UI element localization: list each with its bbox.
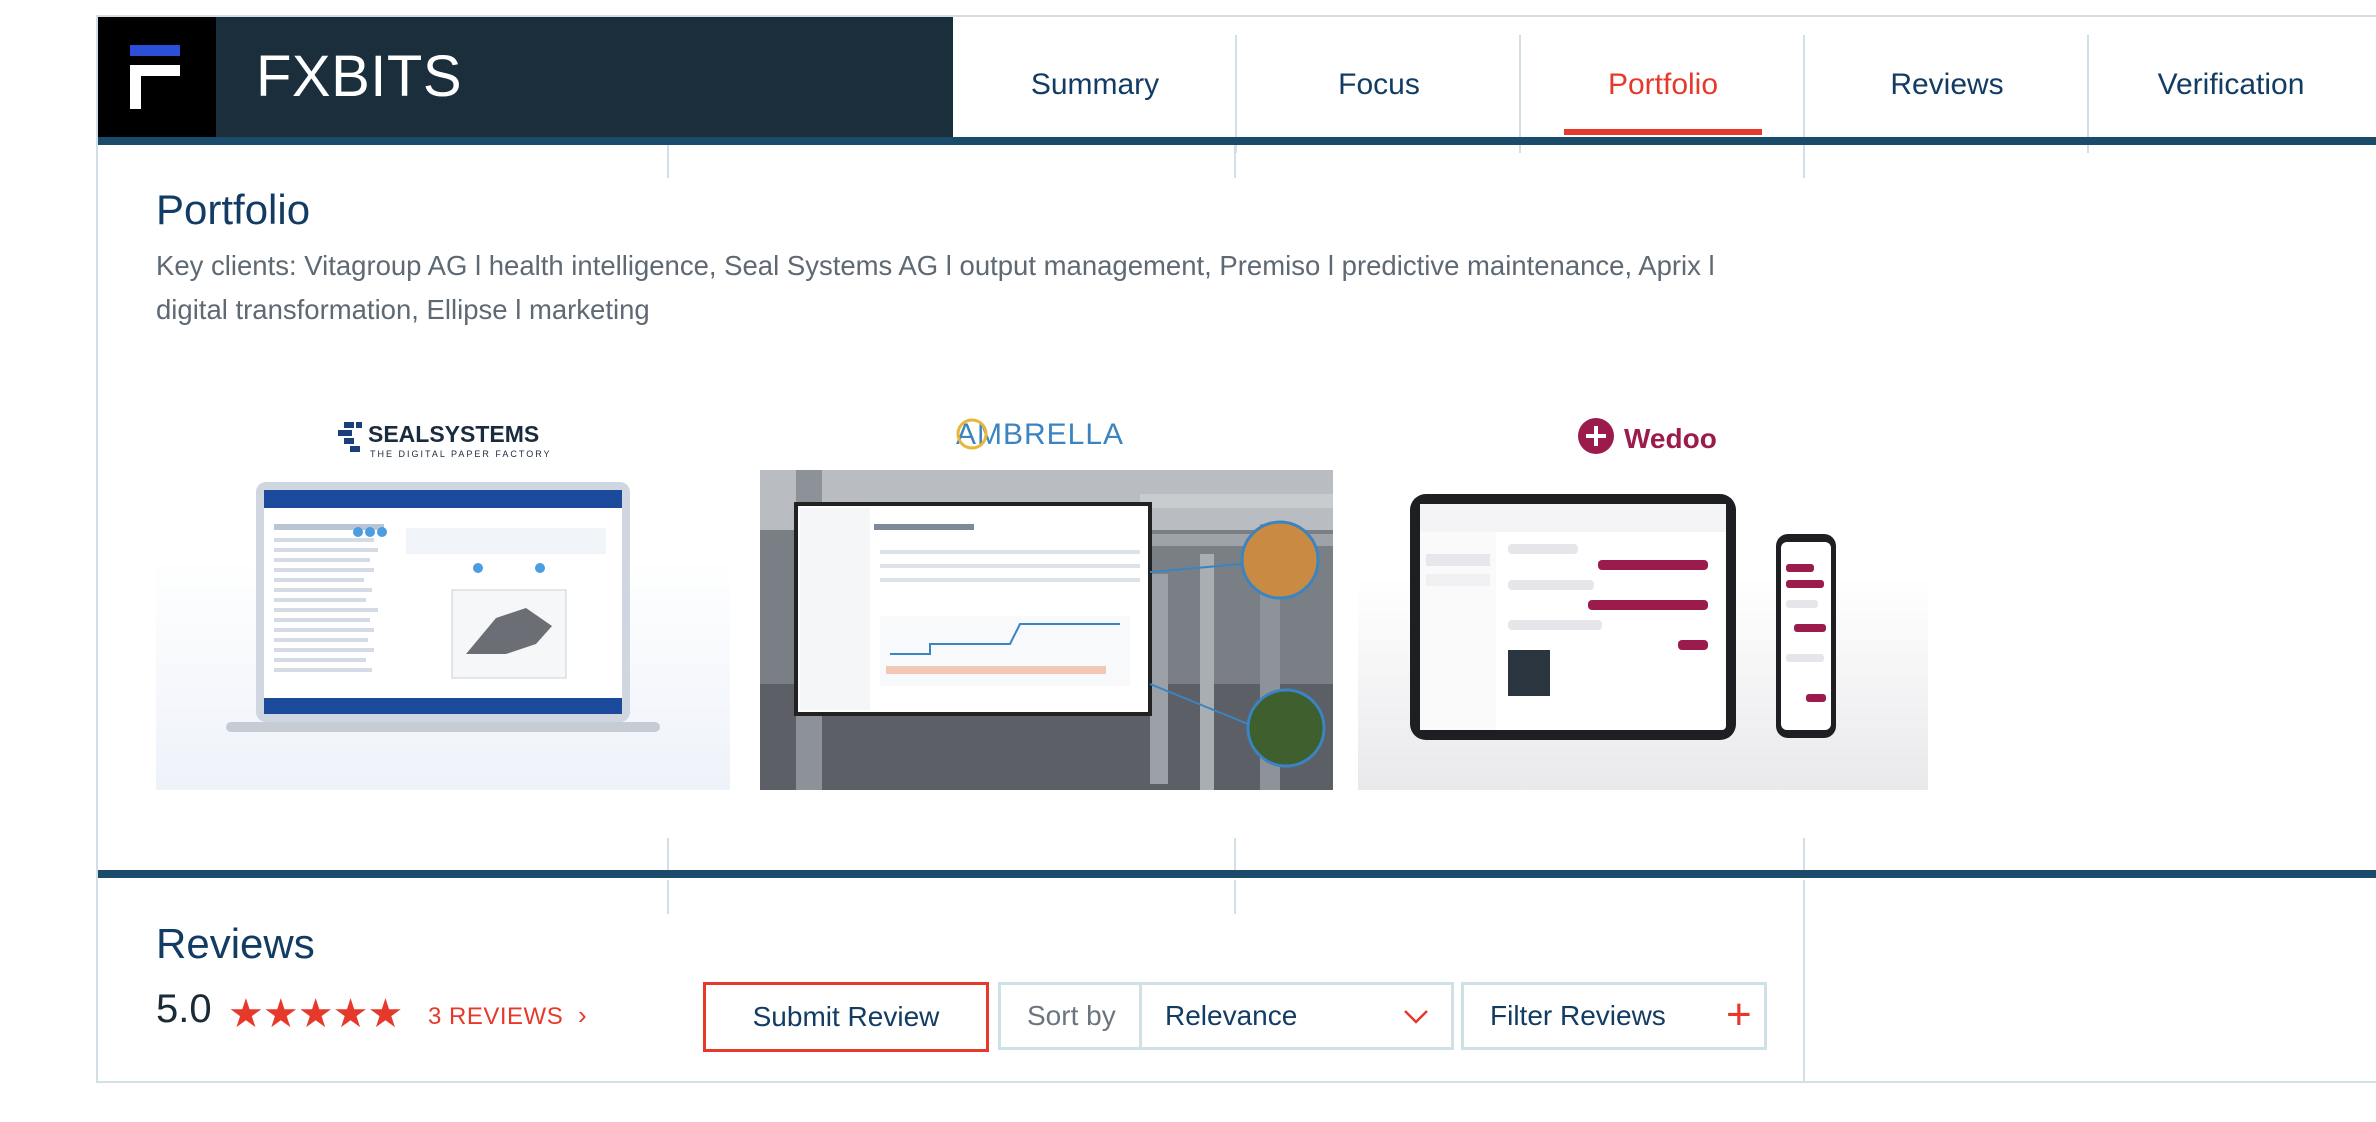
reviews-title: Reviews — [156, 920, 315, 967]
sort-label: Sort by — [1027, 1000, 1116, 1031]
sort-divider — [1139, 985, 1142, 1047]
sealsystems-logo-text: SEALSYSTEMS — [368, 421, 539, 447]
portfolio-image-wedoo[interactable]: Wedoo — [1358, 404, 1928, 790]
column-guide — [1234, 838, 1236, 872]
reviews-count-link[interactable]: 3 REVIEWS — [428, 1003, 563, 1031]
chevron-down-icon[interactable] — [1401, 997, 1431, 1033]
rating-stars: ★ ★ ★ ★ ★ — [228, 992, 404, 1036]
plus-icon: + — [1726, 990, 1752, 1039]
column-guide — [667, 880, 669, 914]
active-tab-indicator — [1564, 129, 1762, 135]
filter-reviews-button[interactable]: Filter Reviews + — [1461, 982, 1767, 1050]
tab-portfolio[interactable]: Portfolio — [1521, 17, 1805, 137]
portfolio-image-sealsystems[interactable]: SEALSYSTEMS THE DIGITAL PAPER FACTORY — [156, 404, 730, 790]
brand-logo[interactable] — [98, 17, 216, 137]
sealsystems-image: SEALSYSTEMS THE DIGITAL PAPER FACTORY — [226, 421, 660, 732]
section-rule — [98, 870, 2376, 878]
sort-dropdown[interactable]: Sort by Relevance — [998, 982, 1454, 1050]
tab-reviews[interactable]: Reviews — [1805, 17, 2089, 137]
column-guide — [667, 838, 669, 872]
filter-reviews-label: Filter Reviews — [1490, 1000, 1666, 1031]
sealsystems-logo-subtitle: THE DIGITAL PAPER FACTORY — [370, 449, 552, 459]
column-guide — [667, 140, 669, 178]
portfolio-title: Portfolio — [156, 186, 311, 233]
wedoo-logo-text: Wedoo — [1624, 423, 1717, 454]
portfolio-image-ambrella[interactable]: AMBRELLA — [760, 404, 1333, 790]
column-guide — [1803, 838, 1805, 872]
tab-focus[interactable]: Focus — [1237, 17, 1521, 137]
brand-header: FXBITS — [98, 17, 953, 137]
sort-selected-value[interactable]: Relevance — [1165, 1000, 1297, 1032]
star-icon: ★ — [262, 992, 299, 1036]
star-icon: ★ — [297, 992, 334, 1036]
star-icon: ★ — [332, 992, 369, 1036]
tab-verification[interactable]: Verification — [2089, 17, 2373, 137]
tab-bar: Summary Focus Portfolio Reviews Verifica… — [953, 17, 2376, 153]
brand-name[interactable]: FXBITS — [256, 43, 462, 110]
star-icon: ★ — [367, 992, 404, 1036]
tab-summary[interactable]: Summary — [953, 17, 1237, 137]
column-guide — [1803, 880, 1805, 1083]
rating-score: 5.0 — [156, 987, 212, 1031]
section-rule — [98, 137, 2376, 145]
submit-review-button[interactable]: Submit Review — [703, 982, 989, 1052]
brand-logo-icon — [130, 45, 180, 109]
wedoo-image: Wedoo — [1410, 418, 1836, 740]
chevron-right-icon[interactable]: › — [578, 1000, 587, 1031]
star-icon: ★ — [228, 992, 264, 1036]
portfolio-clients: Key clients: Vitagroup AG l health intel… — [156, 250, 1715, 325]
column-guide — [1234, 880, 1236, 914]
ambrella-image: AMBRELLA — [760, 404, 1333, 790]
